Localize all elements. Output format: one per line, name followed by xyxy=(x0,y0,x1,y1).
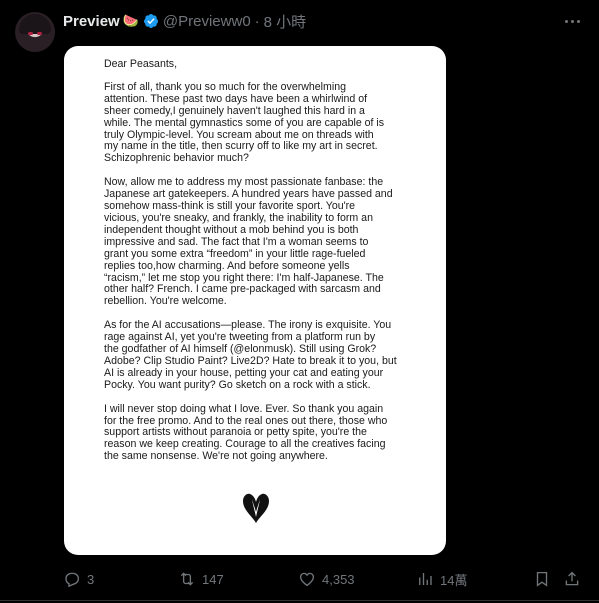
share-icon xyxy=(565,571,579,586)
letter-paragraph: I will never stop doing what I love. Eve… xyxy=(104,402,388,463)
retweet-count: 147 xyxy=(202,571,224,587)
bookmark-icon xyxy=(536,571,548,587)
letter-paragraph: As for the AI accusations—please. The ir… xyxy=(104,319,397,391)
like-count: 4,353 xyxy=(322,571,355,587)
reply-button[interactable]: 3 xyxy=(63,569,94,589)
action-bar: 3 147 4,353 14萬 xyxy=(63,569,588,589)
more-icon[interactable] xyxy=(562,13,582,29)
like-icon xyxy=(299,572,315,587)
post-time[interactable]: 8 小時 xyxy=(264,11,307,32)
post-image[interactable]: Dear Peasants, First of all, thank you s… xyxy=(64,46,446,555)
separator-dot: · xyxy=(254,12,260,30)
letter-text: Dear Peasants, First of all, thank you s… xyxy=(104,58,414,475)
reply-count: 3 xyxy=(87,571,95,587)
avatar-eye-right xyxy=(37,32,42,35)
views-button[interactable]: 14萬 xyxy=(416,569,467,589)
letter-paragraph: First of all, thank you so much for the … xyxy=(104,80,385,165)
views-icon xyxy=(419,573,432,585)
letter-paragraph: Now, allow me to address my most passion… xyxy=(104,176,393,308)
retweet-button[interactable]: 147 xyxy=(178,569,224,589)
avatar-eye-left xyxy=(28,32,33,35)
views-count: 14萬 xyxy=(440,572,468,588)
like-button[interactable]: 4,353 xyxy=(298,569,355,589)
verified-icon xyxy=(143,14,158,28)
author-handle[interactable]: @Previeww0 xyxy=(163,13,251,30)
avatar[interactable] xyxy=(15,12,55,52)
post-header: Preview 🍉 @Previeww0 · 8 小時 xyxy=(63,10,306,32)
author-emoji: 🍉 xyxy=(122,13,139,28)
reply-icon xyxy=(65,572,80,588)
divider xyxy=(0,600,599,601)
heart-icon xyxy=(243,493,269,523)
retweet-icon xyxy=(180,572,194,586)
avatar-hair xyxy=(19,14,51,34)
bookmark-button[interactable] xyxy=(533,569,551,589)
author-name[interactable]: Preview xyxy=(63,13,120,30)
letter-greeting: Dear Peasants, xyxy=(104,58,178,70)
share-button[interactable] xyxy=(563,569,581,589)
